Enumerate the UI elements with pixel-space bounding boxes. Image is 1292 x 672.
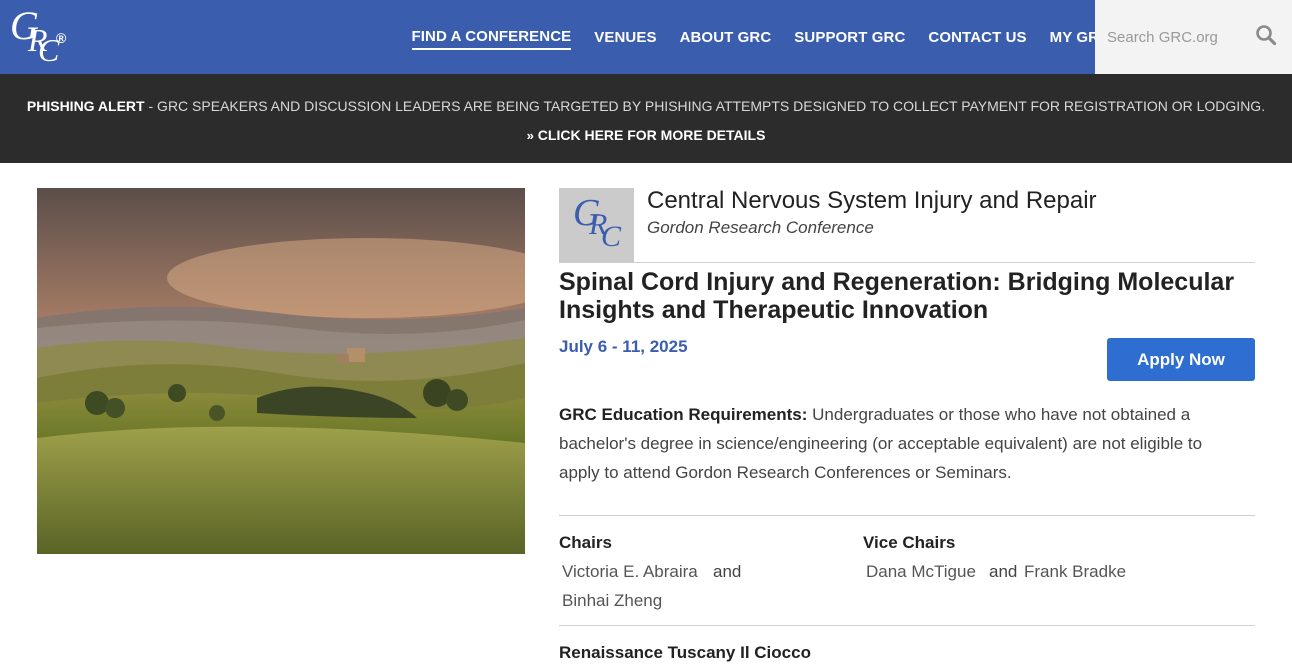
venue-name[interactable]: Renaissance Tuscany Il Ciocco bbox=[559, 643, 811, 663]
phishing-alert-bar: PHISHING ALERT - GRC SPEAKERS AND DISCUS… bbox=[0, 74, 1292, 163]
and-conjunction: and bbox=[713, 562, 742, 581]
alert-title: PHISHING ALERT bbox=[26, 98, 145, 114]
nav-support-grc[interactable]: SUPPORT GRC bbox=[794, 25, 905, 49]
divider bbox=[559, 515, 1255, 516]
education-requirements: GRC Education Requirements: Undergraduat… bbox=[559, 400, 1239, 487]
alert-message-line: PHISHING ALERT - GRC SPEAKERS AND DISCUS… bbox=[0, 98, 1292, 114]
grc-logo[interactable]: G R C ® bbox=[8, 6, 74, 67]
education-label: GRC Education Requirements: bbox=[559, 405, 808, 424]
nav-about-grc[interactable]: ABOUT GRC bbox=[680, 25, 772, 49]
grc-conference-logo: G R C bbox=[559, 188, 634, 262]
conference-series: Gordon Research Conference bbox=[647, 218, 874, 237]
divider bbox=[559, 262, 1255, 263]
and-conjunction: and bbox=[989, 562, 1018, 581]
nav-contact-us[interactable]: CONTACT US bbox=[928, 25, 1026, 49]
vice-chair-name[interactable]: Frank Bradke bbox=[1024, 562, 1126, 582]
site-header: G R C ® FIND A CONFERENCE VENUES ABOUT G… bbox=[0, 0, 1292, 74]
conference-name: Central Nervous System Injury and Repair bbox=[647, 187, 1097, 214]
chair-name[interactable]: Victoria E. Abraira bbox=[562, 562, 698, 582]
apply-now-button[interactable]: Apply Now bbox=[1107, 338, 1255, 381]
registered-mark: ® bbox=[56, 30, 67, 46]
double-chevron-right-icon: » bbox=[526, 128, 534, 143]
conference-title: Spinal Cord Injury and Regeneration: Bri… bbox=[559, 268, 1235, 324]
conf-logo-letter-c: C bbox=[601, 220, 622, 253]
nav-find-a-conference[interactable]: FIND A CONFERENCE bbox=[411, 24, 572, 50]
alert-details-label: CLICK HERE FOR MORE DETAILS bbox=[537, 127, 766, 143]
vice-chairs-heading: Vice Chairs bbox=[863, 533, 956, 552]
main-nav: FIND A CONFERENCE VENUES ABOUT GRC SUPPO… bbox=[400, 0, 1121, 74]
venue-landscape-image bbox=[37, 188, 525, 554]
nav-venues[interactable]: VENUES bbox=[594, 25, 656, 49]
conference-dates: July 6 - 11, 2025 bbox=[559, 337, 688, 356]
divider bbox=[559, 625, 1255, 626]
chairs-heading: Chairs bbox=[559, 533, 612, 552]
search-input[interactable] bbox=[1095, 0, 1245, 74]
search-icon[interactable] bbox=[1255, 24, 1277, 46]
alert-details-link[interactable]: » CLICK HERE FOR MORE DETAILS bbox=[0, 127, 1292, 143]
alert-message: - GRC SPEAKERS AND DISCUSSION LEADERS AR… bbox=[144, 98, 1266, 114]
vice-chair-name[interactable]: Dana McTigue bbox=[866, 562, 976, 582]
chair-name[interactable]: Binhai Zheng bbox=[562, 591, 662, 611]
